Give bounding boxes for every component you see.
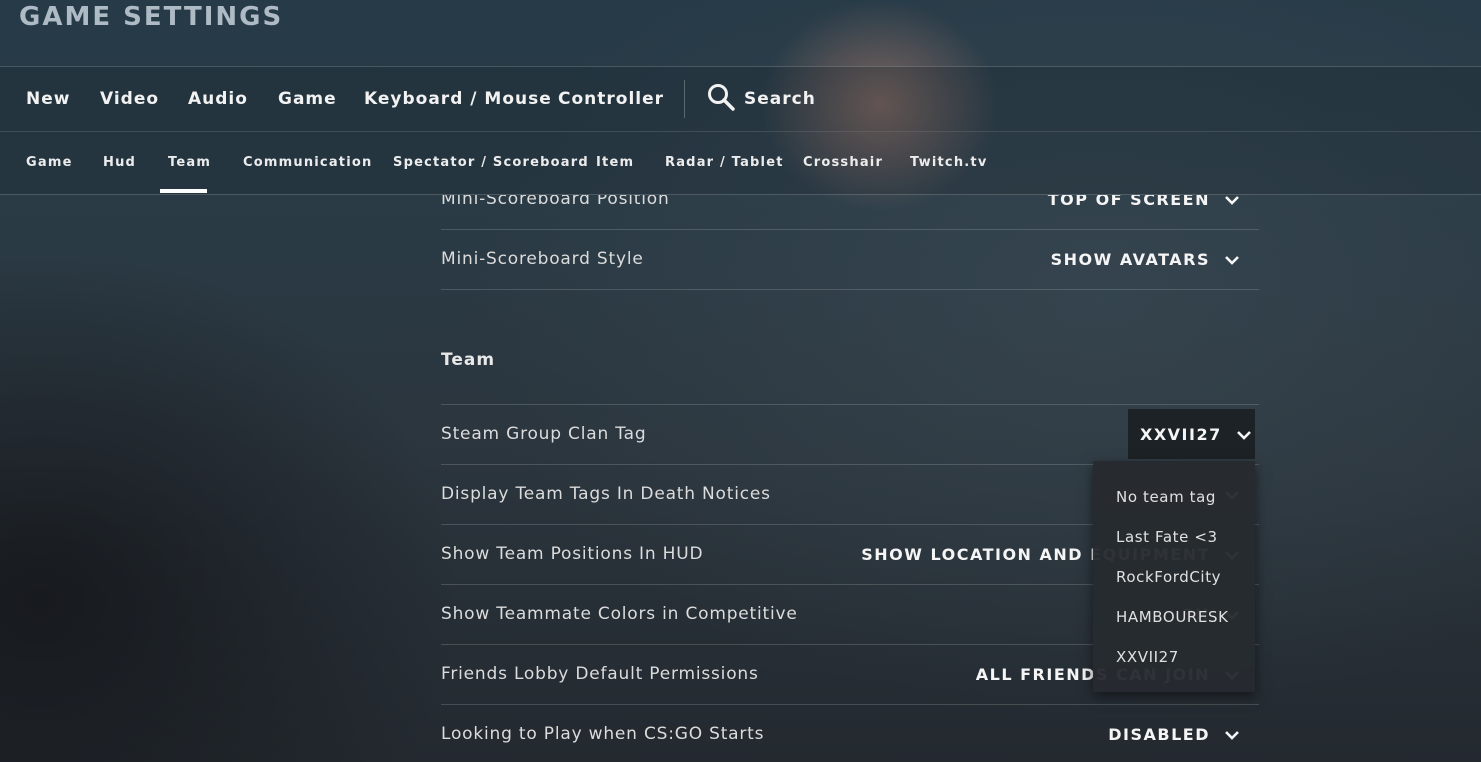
section-heading-team: Team: [441, 350, 496, 370]
tab-new[interactable]: New: [26, 67, 70, 131]
dropdown-option[interactable]: XXVII27: [1116, 637, 1179, 677]
subtab-team[interactable]: Team: [168, 131, 211, 194]
dropdown-option[interactable]: Last Fate <3: [1116, 517, 1218, 557]
page-title: GAME SETTINGS: [19, 2, 284, 32]
subtab-spectator-scoreboard[interactable]: Spectator / Scoreboard: [393, 131, 589, 194]
setting-label: Show Teammate Colors in Competitive: [441, 604, 798, 624]
mini-scoreboard-style-select[interactable]: SHOW AVATARS: [1051, 230, 1240, 289]
setting-row-mini-scoreboard-position: Mini-Scoreboard Position TOP OF SCREEN: [441, 195, 1259, 230]
dropdown-option[interactable]: HAMBOURESK: [1116, 597, 1229, 637]
tab-controller[interactable]: Controller: [558, 67, 664, 131]
subtab-hud[interactable]: Hud: [103, 131, 136, 194]
chevron-down-icon: [1224, 250, 1240, 269]
tab-game[interactable]: Game: [278, 67, 337, 131]
tab-audio[interactable]: Audio: [188, 67, 248, 131]
subtab-radar-tablet[interactable]: Radar / Tablet: [665, 131, 784, 194]
search-icon: [706, 82, 736, 116]
subtab-crosshair[interactable]: Crosshair: [803, 131, 883, 194]
clan-tag-dropdown: No team tag Last Fate <3 RockFordCity HA…: [1093, 461, 1255, 692]
setting-label: Friends Lobby Default Permissions: [441, 664, 759, 684]
top-nav: New Video Audio Game Keyboard / Mouse Co…: [0, 66, 1481, 132]
select-value: XXVII27: [1140, 424, 1222, 444]
subtab-twitch[interactable]: Twitch.tv: [910, 131, 988, 194]
subtab-game[interactable]: Game: [26, 131, 73, 194]
select-value: DISABLED: [1108, 725, 1210, 744]
chevron-down-icon: [1224, 195, 1240, 209]
dropdown-option[interactable]: No team tag: [1116, 477, 1216, 517]
chevron-down-icon: [1224, 725, 1240, 744]
setting-row-looking-to-play: Looking to Play when CS:GO Starts DISABL…: [441, 705, 1259, 762]
subtab-item[interactable]: Item: [596, 131, 634, 194]
search-label: Search: [744, 89, 816, 109]
subtab-communication[interactable]: Communication: [243, 131, 372, 194]
sub-nav: Game Hud Team Communication Spectator / …: [0, 131, 1481, 195]
looking-to-play-select[interactable]: DISABLED: [1108, 705, 1240, 762]
tab-video[interactable]: Video: [100, 67, 159, 131]
setting-label: Mini-Scoreboard Position: [441, 195, 670, 209]
active-tab-indicator: [160, 189, 207, 193]
setting-label: Mini-Scoreboard Style: [441, 249, 644, 269]
nav-divider: [684, 80, 685, 118]
search-button[interactable]: Search: [706, 67, 816, 131]
tab-keyboard-mouse[interactable]: Keyboard / Mouse: [364, 67, 552, 131]
setting-label: Steam Group Clan Tag: [441, 424, 647, 444]
clan-tag-select[interactable]: XXVII27: [1128, 409, 1255, 459]
setting-label: Show Team Positions In HUD: [441, 544, 704, 564]
setting-label: Display Team Tags In Death Notices: [441, 484, 771, 504]
setting-row-mini-scoreboard-style: Mini-Scoreboard Style SHOW AVATARS: [441, 230, 1259, 290]
setting-label: Looking to Play when CS:GO Starts: [441, 724, 765, 744]
dropdown-option[interactable]: RockFordCity: [1116, 557, 1221, 597]
mini-scoreboard-position-select[interactable]: TOP OF SCREEN: [1048, 195, 1240, 229]
select-value: TOP OF SCREEN: [1047, 195, 1210, 209]
select-value: SHOW AVATARS: [1050, 250, 1210, 269]
chevron-down-icon: [1236, 425, 1252, 444]
